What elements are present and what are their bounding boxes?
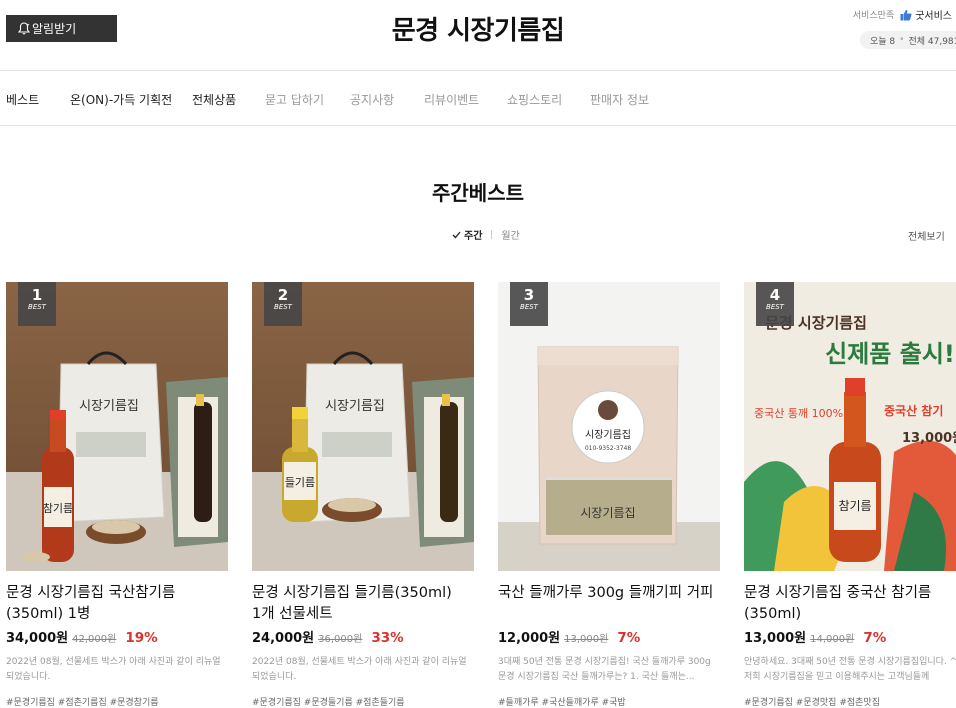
nav-item-shopping-story[interactable]: 쇼핑스토리: [507, 91, 562, 108]
bag-phone: 010-9352-3748: [585, 445, 632, 452]
product-description: 2022년 08월, 선물세트 박스가 아래 사진과 같이 리뉴얼 되었습니다.: [252, 657, 467, 682]
rank-number: 1: [31, 286, 43, 304]
rank-number: 2: [277, 286, 289, 304]
product-name[interactable]: 문경 시장기름집 들기름(350ml) 1개 선물세트: [252, 583, 474, 625]
original-price: 42,000원: [72, 634, 117, 645]
see-all-link[interactable]: 전체보기: [908, 228, 945, 243]
product-description: 2022년 08월, 선물세트 박스가 아래 사진과 같이 리뉴얼 되었습니다.: [6, 657, 221, 682]
product-card[interactable]: 문경 시장기름집 신제품 출시! 중국산 통깨 100% 중국산 참기 13,0…: [744, 282, 956, 708]
original-price: 36,000원: [318, 634, 363, 645]
tab-monthly[interactable]: 월간: [501, 227, 519, 242]
period-tabs: 주간 월간: [452, 227, 520, 242]
nav-item-all-products[interactable]: 전체상품: [192, 91, 236, 108]
product-tags[interactable]: #문경기름집 #점촌기름집 #문경참기름: [6, 695, 228, 708]
bottle-label: 참기름: [838, 499, 871, 513]
nav-item-qna[interactable]: 묻고 답하기: [265, 91, 324, 108]
rank-number: 4: [769, 286, 781, 304]
store-nav: 베스트 온(ON)-가득 기획전 전체상품 묻고 답하기 공지사항 리뷰이벤트 …: [0, 70, 956, 126]
product-price-row: 34,000원 42,000원 19%: [6, 627, 228, 646]
best-label: BEST: [520, 303, 538, 311]
visit-total: 전체 47,981: [908, 36, 956, 47]
product-price-row: 24,000원 36,000원 33%: [252, 627, 474, 646]
rank-badge: 3 BEST: [510, 282, 548, 326]
product-card[interactable]: 들기름 시장기름집 2 BEST 문경 시장기름집 들기름(350ml) 1개 …: [252, 282, 474, 708]
banner-right: 중국산 참기: [884, 403, 943, 418]
rank-badge: 2 BEST: [264, 282, 302, 326]
nav-item-seller-info[interactable]: 판매자 정보: [590, 91, 649, 108]
service-badges: 서비스만족 굿서비스: [853, 7, 952, 22]
product-card[interactable]: 시장기름집 010-9352-3748 시장기름집 3 BEST 국산 들깨가루…: [498, 282, 720, 708]
rank-badge: 1 BEST: [18, 282, 56, 326]
original-price: 13,000원: [564, 634, 609, 645]
tab-divider: [491, 230, 493, 239]
section-title: 주간베스트: [432, 181, 524, 205]
bottle-label: 들기름: [285, 476, 315, 489]
sale-price: 34,000원: [6, 631, 69, 646]
service-satisfaction-label: 서비스만족: [852, 11, 895, 21]
product-description: 안녕하세요. 3대째 50년 전통 문경 시장기름집입니다. ^ 저희 시장기름…: [744, 657, 956, 682]
good-service-badge[interactable]: 굿서비스: [900, 7, 952, 22]
nav-item-on-promotion[interactable]: 온(ON)-가득 기획전: [70, 91, 172, 108]
good-service-label: 굿서비스: [915, 11, 952, 22]
banner-left: 중국산 통깨 100%: [754, 407, 843, 420]
bottle-label: 참기름: [43, 502, 73, 515]
product-tags[interactable]: #들깨가루 #국산들깨가루 #국밥: [498, 695, 720, 708]
best-label: BEST: [766, 303, 784, 311]
product-price-row: 13,000원 14,000원 7%: [744, 627, 956, 646]
product-description: 3대째 50년 전통 문경 시장기름집! 국산 들깨가루 300g 문경 시장기…: [498, 657, 711, 682]
original-price: 14,000원: [810, 634, 855, 645]
check-icon: [452, 231, 461, 238]
product-price-row: 12,000원 13,000원 7%: [498, 627, 720, 646]
visit-separator-dot: •: [899, 35, 905, 45]
discount-rate: 7%: [863, 630, 887, 646]
best-label: BEST: [28, 303, 46, 311]
product-image[interactable]: 시장기름집 010-9352-3748 시장기름집 3 BEST: [498, 282, 720, 571]
sale-price: 24,000원: [252, 631, 315, 646]
product-name[interactable]: 문경 시장기름집 국산참기름(350ml) 1병: [6, 583, 228, 625]
thumbs-up-icon: [900, 9, 912, 20]
rank-number: 3: [523, 286, 535, 304]
product-name[interactable]: 문경 시장기름집 중국산 참기름(350ml): [744, 583, 956, 625]
tab-weekly[interactable]: 주간: [452, 227, 482, 242]
product-image[interactable]: 참기름 시장기름집 1 BEST: [6, 282, 228, 571]
bag-bottom-label: 시장기름집: [580, 506, 635, 520]
store-title: 문경 시장기름집: [391, 16, 565, 46]
product-tags[interactable]: #문경기름집 #문경맛집 #점촌맛집: [744, 695, 956, 708]
sale-price: 13,000원: [744, 631, 807, 646]
product-card[interactable]: 참기름 시장기름집 1 BEST 문경 시장기름집 국산참기름(350ml) 1…: [6, 282, 228, 708]
rank-badge: 4 BEST: [756, 282, 794, 326]
product-image[interactable]: 문경 시장기름집 신제품 출시! 중국산 통깨 100% 중국산 참기 13,0…: [744, 282, 956, 571]
store-page: 알림받기 문경 시장기름집 서비스만족 굿서비스 오늘 8 • 전체 47,98…: [0, 0, 956, 708]
discount-rate: 7%: [617, 630, 641, 646]
nav-item-best[interactable]: 베스트: [6, 91, 39, 108]
best-label: BEST: [274, 303, 292, 311]
visitor-counter: 오늘 8 • 전체 47,981: [860, 31, 956, 49]
product-image[interactable]: 들기름 시장기름집 2 BEST: [252, 282, 474, 571]
banner-price: 13,000원: [902, 431, 956, 446]
nav-item-notice[interactable]: 공지사항: [350, 91, 394, 108]
bag-label: 시장기름집: [585, 429, 631, 441]
tab-weekly-label: 주간: [464, 231, 483, 242]
product-name[interactable]: 국산 들깨가루 300g 들깨기피 거피: [498, 583, 720, 625]
box-label: 시장기름집: [79, 399, 139, 414]
banner-line2: 신제품 출시!: [825, 340, 955, 368]
product-tags[interactable]: #문경기름집 #문경들기름 #점촌들기름: [252, 695, 474, 708]
box-label: 시장기름집: [325, 399, 385, 414]
discount-rate: 19%: [125, 630, 158, 646]
nav-item-review-event[interactable]: 리뷰이벤트: [424, 91, 479, 108]
discount-rate: 33%: [371, 630, 404, 646]
sale-price: 12,000원: [498, 631, 561, 646]
visit-today: 오늘 8: [870, 36, 896, 47]
